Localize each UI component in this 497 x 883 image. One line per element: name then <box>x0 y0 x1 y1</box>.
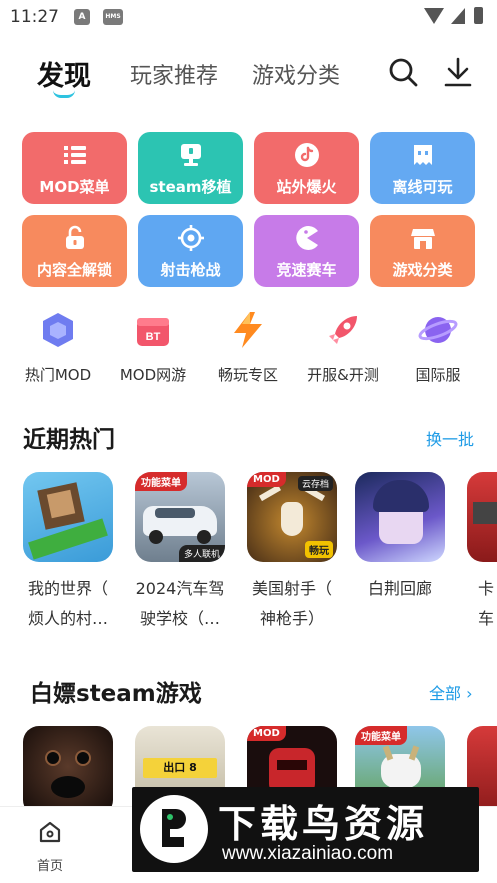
tab-game-categories[interactable]: 游戏分类 <box>252 58 340 90</box>
game-name: 我的世界（ 烦人的村… <box>27 579 108 628</box>
pacman-icon <box>295 226 318 250</box>
home-icon <box>39 821 61 843</box>
status-time: 11:27 <box>10 7 59 27</box>
game-card[interactable]: 功能菜单 多人联机 2024汽车驾 驶学校（… <box>130 472 230 634</box>
cloud-save-badge: 云存档 <box>297 476 333 491</box>
notification-a-icon: A <box>74 9 90 25</box>
refresh-batch-link[interactable]: 换一批 <box>426 426 474 450</box>
top-nav: 发现 玩家推荐 游戏分类 <box>0 50 497 104</box>
monitor-icon <box>180 144 201 166</box>
planet-icon <box>418 317 458 343</box>
shortcut-mod-online[interactable]: BT MOD网游 <box>103 308 203 385</box>
anime-girl-cover <box>355 472 445 562</box>
truck-cover <box>467 472 497 562</box>
game-name: 美国射手（ 神枪手） <box>251 579 332 628</box>
feature-menu-badge: 功能菜单 <box>355 726 407 745</box>
mod-badge: MOD <box>247 726 286 741</box>
game-card[interactable]: 白荆回廊 <box>350 472 450 604</box>
feature-menu-badge: 功能菜单 <box>135 472 187 491</box>
tile-trending-offsite[interactable]: 站外爆火 <box>254 132 359 204</box>
game-name: 白荆回廊 <box>367 579 432 598</box>
shortcut-label: 热门MOD <box>24 366 92 384</box>
tile-label: steam移植 <box>149 178 232 196</box>
cube-icon <box>43 313 73 347</box>
rocket-icon <box>329 316 357 344</box>
tile-label: 站外爆火 <box>276 178 337 196</box>
shortcut-label: 开服&开测 <box>307 366 379 384</box>
nav-label: 首页 <box>36 859 63 874</box>
bt-gift-icon: BT <box>137 318 169 346</box>
tab-player-recommend[interactable]: 玩家推荐 <box>130 58 218 90</box>
car-cover: 功能菜单 多人联机 <box>135 472 225 562</box>
store-icon <box>410 229 435 249</box>
signal-icon <box>451 8 465 24</box>
tiktok-icon <box>294 143 319 167</box>
game-card[interactable]: MOD 云存档 畅玩 美国射手（ 神枪手） <box>242 472 342 634</box>
tile-label: 射击枪战 <box>160 261 221 279</box>
tile-label: 游戏分类 <box>392 261 453 279</box>
view-all-link[interactable]: 全部 › <box>429 680 473 704</box>
battery-icon <box>474 7 483 24</box>
tile-offline[interactable]: 离线可玩 <box>370 132 475 204</box>
exit-sign: 出口 8 <box>143 758 217 778</box>
hms-icon: HMS <box>103 9 123 25</box>
tile-label: 竞速赛车 <box>276 261 337 279</box>
game-card[interactable]: 我的世界（ 烦人的村… <box>18 472 118 634</box>
tile-racing[interactable]: 竞速赛车 <box>254 215 359 287</box>
tile-full-unlock[interactable]: 内容全解锁 <box>22 215 127 287</box>
bird-logo-icon <box>140 795 208 863</box>
watermark-title: 下载鸟资源 <box>218 802 429 846</box>
shortcut-label: 国际服 <box>415 366 461 384</box>
unlock-icon <box>65 225 84 249</box>
shortcut-label: MOD网游 <box>119 366 187 384</box>
game-card[interactable] <box>18 726 118 816</box>
game-name: 2024汽车驾 驶学校（… <box>135 579 225 628</box>
shortcut-hot-mod[interactable]: 热门MOD <box>8 308 108 385</box>
tile-mod-menu[interactable]: MOD菜单 <box>22 132 127 204</box>
tile-label: 离线可玩 <box>392 178 453 196</box>
lightning-icon <box>234 312 262 348</box>
watermark-url: www.xiazainiao.com <box>222 843 394 864</box>
list-icon <box>63 146 86 164</box>
tile-shooter[interactable]: 射击枪战 <box>138 215 243 287</box>
free-play-badge: 畅玩 <box>305 541 333 558</box>
shortcut-label: 畅玩专区 <box>217 366 278 384</box>
tile-label: MOD菜单 <box>39 178 110 196</box>
game-card[interactable]: 卡车 <box>462 472 497 634</box>
nav-home[interactable]: 首页 <box>20 819 80 874</box>
deer-skull-cover: MOD 云存档 畅玩 <box>247 472 337 562</box>
game-name: 卡车 <box>478 579 495 628</box>
chevron-right-icon: › <box>461 684 473 703</box>
tile-game-categories[interactable]: 游戏分类 <box>370 215 475 287</box>
shortcut-intl-server[interactable]: 国际服 <box>388 308 488 385</box>
crosshair-icon <box>177 225 204 251</box>
svg-text:BT: BT <box>146 331 161 343</box>
watermark-banner: 下载鸟资源 www.xiazainiao.com <box>132 787 479 872</box>
wifi-icon <box>424 8 444 24</box>
status-bar: 11:27 A HMS <box>0 0 497 34</box>
ghost-icon <box>413 145 432 165</box>
tab-indicator <box>53 90 75 98</box>
download-icon[interactable] <box>442 56 474 88</box>
minecraft-cover <box>23 472 113 562</box>
tile-steam-port[interactable]: steam移植 <box>138 132 243 204</box>
tile-label: 内容全解锁 <box>36 261 112 279</box>
multiplayer-badge: 多人联机 <box>178 545 225 562</box>
shortcut-free-play-zone[interactable]: 畅玩专区 <box>198 308 298 385</box>
section-title-steam: 白嫖steam游戏 <box>30 681 202 707</box>
tab-discover[interactable]: 发现 <box>37 54 91 93</box>
mod-badge: MOD <box>247 472 286 487</box>
search-icon[interactable] <box>387 56 419 88</box>
section-title-recent: 近期热门 <box>23 427 115 453</box>
horror-face-cover <box>23 726 113 816</box>
shortcut-row: 热门MOD BT MOD网游 畅玩专区 开服&开测 国际服 <box>0 308 497 388</box>
shortcut-server-launch[interactable]: 开服&开测 <box>293 308 393 385</box>
